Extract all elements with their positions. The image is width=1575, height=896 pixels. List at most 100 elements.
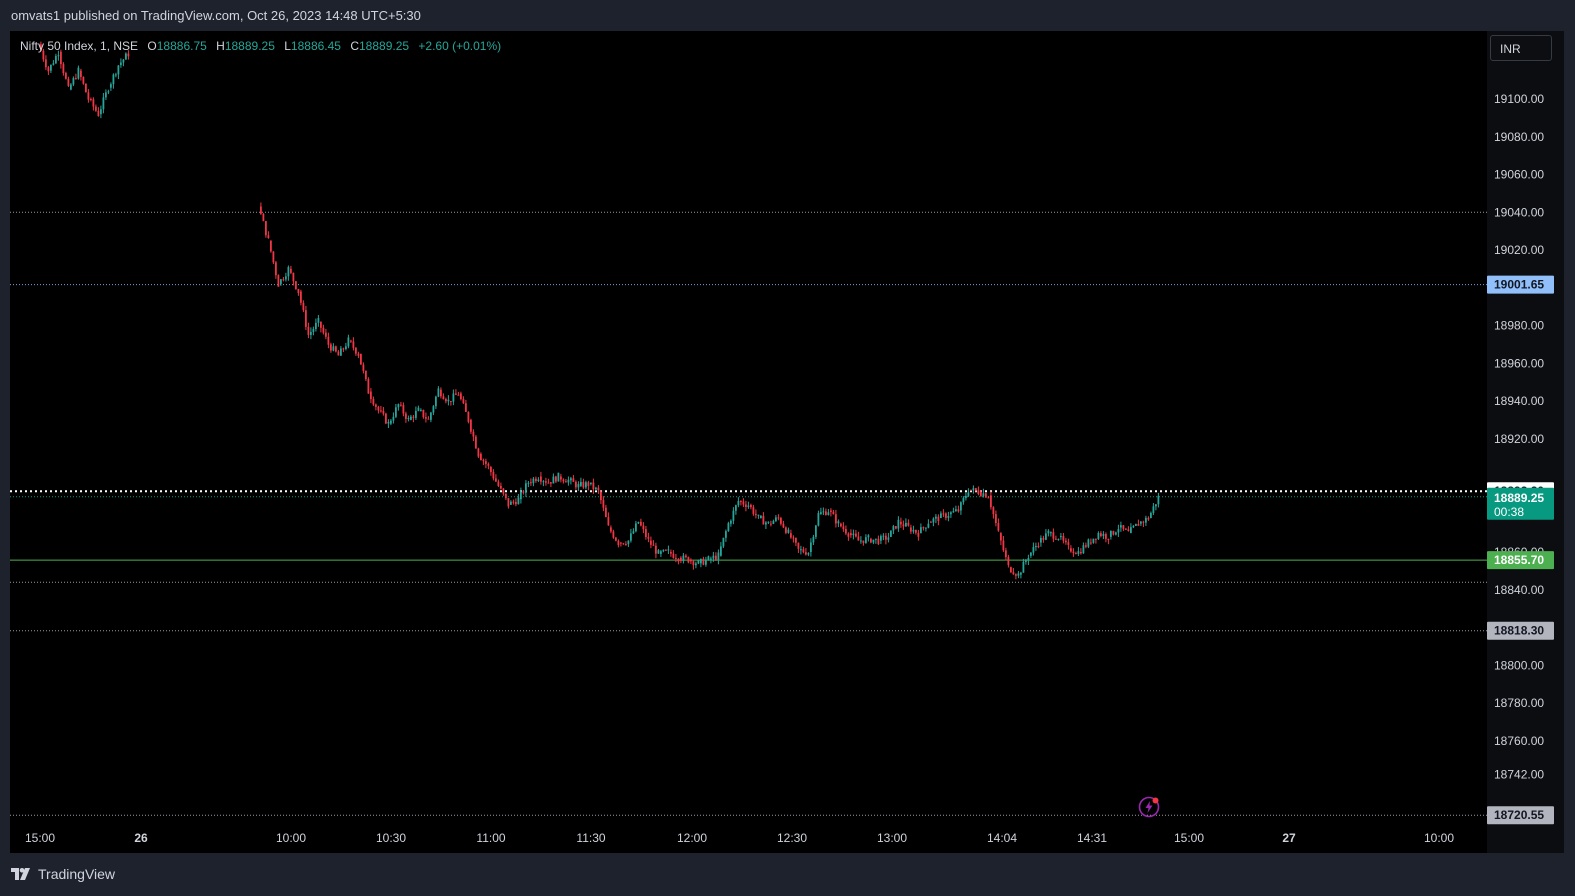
candle-body bbox=[465, 403, 467, 412]
candle-body bbox=[1127, 529, 1130, 532]
tradingview-brand[interactable]: TradingView bbox=[11, 866, 115, 882]
currency-button[interactable]: INR bbox=[1490, 35, 1552, 61]
candle-body bbox=[717, 552, 720, 560]
candle-body bbox=[1000, 533, 1002, 541]
candle-body bbox=[295, 281, 297, 290]
candle-body bbox=[1052, 532, 1055, 539]
candle-body bbox=[365, 370, 367, 380]
candle-body bbox=[972, 488, 975, 491]
candle-body bbox=[1040, 537, 1042, 543]
candle-body bbox=[700, 558, 702, 564]
price-chart[interactable]: 19100.00 19080.00 19060.00 19040.00 19020.00… bbox=[0, 31, 1575, 860]
publish-info: omvats1 published on TradingView.com, Oc… bbox=[0, 0, 1575, 31]
candle-body bbox=[112, 74, 115, 85]
time-tick-label: 12:00 bbox=[677, 831, 707, 845]
candle-body bbox=[457, 394, 460, 396]
candle-body bbox=[715, 555, 717, 560]
price-tick-label: 18960.00 bbox=[1494, 356, 1544, 370]
candle-body bbox=[405, 413, 407, 419]
candle-body bbox=[702, 558, 705, 565]
candle-body bbox=[482, 460, 485, 462]
price-tick-label: 18980.00 bbox=[1494, 319, 1544, 333]
candle-body bbox=[570, 478, 572, 481]
candle-body bbox=[665, 549, 667, 551]
candle-body bbox=[660, 551, 662, 554]
candle-body bbox=[375, 404, 377, 407]
price-tick-label: 18760.00 bbox=[1494, 734, 1544, 748]
symbol-label[interactable]: Nifty 50 Index, 1, NSE bbox=[20, 39, 138, 53]
candle-body bbox=[442, 396, 445, 400]
candle-body bbox=[587, 482, 590, 486]
candle-body bbox=[612, 531, 615, 538]
lightning-icon[interactable] bbox=[1138, 796, 1160, 818]
candle-body bbox=[952, 511, 955, 513]
candle-body bbox=[125, 53, 127, 60]
price-tick-label: 18920.00 bbox=[1494, 432, 1544, 446]
candle-body bbox=[1080, 552, 1082, 554]
brand-name: TradingView bbox=[38, 866, 116, 882]
candle-body bbox=[527, 482, 530, 484]
candle-body bbox=[752, 507, 755, 514]
candle-body bbox=[377, 406, 380, 411]
candle-body bbox=[380, 410, 382, 412]
candle-body bbox=[430, 412, 432, 420]
candle-body bbox=[552, 476, 555, 484]
candle-body bbox=[455, 393, 457, 395]
candle-body bbox=[755, 513, 757, 515]
candle-body bbox=[497, 481, 500, 486]
time-tick-label: 10:30 bbox=[376, 831, 406, 845]
candle-body bbox=[1085, 545, 1087, 547]
time-tick-label: 27 bbox=[1282, 831, 1296, 845]
candle-body bbox=[645, 529, 647, 538]
candle-body bbox=[77, 67, 80, 79]
candle-body bbox=[362, 364, 365, 371]
candle-body bbox=[905, 522, 907, 527]
candle-body bbox=[1115, 532, 1117, 535]
candle-body bbox=[410, 416, 412, 420]
candle-body bbox=[300, 291, 302, 303]
candle-body bbox=[1070, 548, 1072, 552]
price-tick-label: 19100.00 bbox=[1494, 92, 1544, 106]
candle-body bbox=[602, 500, 605, 508]
candle-body bbox=[607, 517, 610, 526]
price-tick-label: 18800.00 bbox=[1494, 658, 1544, 672]
candle-body bbox=[960, 502, 962, 511]
candle-body bbox=[697, 560, 700, 564]
candle-body bbox=[800, 549, 802, 551]
candle-body bbox=[727, 523, 730, 532]
candle-body bbox=[977, 490, 980, 495]
candle-body bbox=[590, 482, 592, 485]
candle-body bbox=[995, 514, 997, 524]
candle-body bbox=[652, 544, 655, 546]
candle-body bbox=[1025, 560, 1027, 562]
candle-body bbox=[462, 399, 465, 404]
candle-body bbox=[1102, 533, 1105, 536]
candle-body bbox=[710, 558, 712, 560]
candle-body bbox=[325, 332, 327, 337]
candle-body bbox=[705, 559, 707, 565]
tradingview-logo-icon bbox=[11, 868, 30, 880]
candle-body bbox=[835, 514, 837, 524]
candle-body bbox=[807, 553, 810, 555]
candle-body bbox=[50, 64, 52, 71]
candle-body bbox=[387, 421, 390, 424]
candle-body bbox=[775, 517, 777, 521]
candle-body bbox=[875, 538, 877, 540]
candle-body bbox=[842, 526, 845, 529]
candle-body bbox=[432, 406, 435, 413]
price-tick-label: 18742.00 bbox=[1494, 768, 1544, 782]
price-tick-label: 18780.00 bbox=[1494, 696, 1544, 710]
candle-body bbox=[965, 495, 967, 499]
candle-body bbox=[440, 389, 442, 397]
candle-body bbox=[957, 509, 960, 512]
candle-body bbox=[510, 501, 512, 505]
candle-body bbox=[87, 92, 90, 100]
candle-body bbox=[1032, 547, 1035, 553]
candle-body bbox=[855, 533, 857, 537]
candle-body bbox=[315, 322, 317, 329]
time-tick-label: 10:00 bbox=[1424, 831, 1454, 845]
candle-body bbox=[1007, 557, 1010, 566]
candle-body bbox=[975, 488, 977, 491]
candle-body bbox=[725, 531, 727, 538]
candle-body bbox=[270, 240, 272, 252]
